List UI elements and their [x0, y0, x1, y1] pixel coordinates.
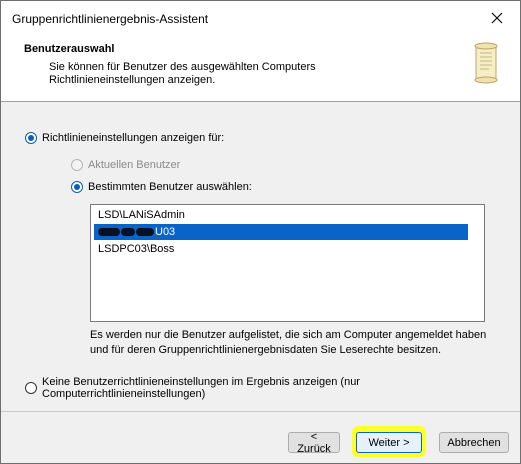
wizard-window: Gruppenrichtlinienergebnis-Assistent Ben…	[0, 0, 521, 464]
scroll-icon	[474, 42, 498, 84]
radio-indicator	[71, 159, 83, 171]
radio-specific-user[interactable]: Bestimmten Benutzer auswählen:	[71, 181, 252, 193]
list-item-label: LSD\LANiSAdmin	[98, 209, 185, 221]
header-description: Sie können für Benutzer des ausgewählten…	[49, 61, 316, 86]
redacted-block	[121, 228, 135, 237]
close-icon	[491, 12, 503, 24]
list-item[interactable]: LSDPC03\Boss	[94, 241, 174, 257]
radio-label: Bestimmten Benutzer auswählen:	[88, 181, 252, 193]
radio-indicator	[25, 132, 37, 144]
redacted-block	[136, 228, 154, 237]
list-item[interactable]: U03	[94, 224, 468, 240]
window-title: Gruppenrichtlinienergebnis-Assistent	[12, 12, 209, 26]
header-title: Benutzerauswahl	[24, 43, 115, 55]
user-list-note: Es werden nur die Benutzer aufgelistet, …	[90, 329, 487, 356]
radio-indicator	[25, 382, 37, 394]
redacted-block	[98, 228, 120, 237]
radio-label: Richtlinieneinstellungen anzeigen für:	[42, 132, 225, 144]
wizard-header: Benutzerauswahl Sie können für Benutzer …	[1, 35, 520, 102]
button-separator	[1, 411, 520, 412]
cancel-button[interactable]: Abbrechen	[439, 432, 509, 453]
radio-no-user-settings[interactable]: Keine Benutzerrichtlinieneinstellungen i…	[25, 376, 520, 400]
radio-current-user: Aktuellen Benutzer	[71, 159, 180, 171]
radio-show-policy[interactable]: Richtlinieneinstellungen anzeigen für:	[25, 132, 224, 144]
back-button[interactable]: < Zurück	[288, 431, 340, 455]
list-item[interactable]: LSD\LANiSAdmin	[94, 207, 185, 223]
next-button[interactable]: Weiter >	[356, 432, 422, 453]
user-listbox[interactable]: LSD\LANiSAdmin U03 LSDPC03\Boss	[90, 204, 485, 322]
radio-label: Keine Benutzerrichtlinieneinstellungen i…	[42, 376, 360, 400]
title-bar: Gruppenrichtlinienergebnis-Assistent	[1, 1, 520, 35]
radio-label: Aktuellen Benutzer	[88, 159, 181, 171]
list-item-label: U03	[155, 226, 176, 238]
close-button[interactable]	[474, 1, 520, 35]
list-item-label: LSDPC03\Boss	[98, 243, 175, 255]
radio-indicator	[71, 181, 83, 193]
